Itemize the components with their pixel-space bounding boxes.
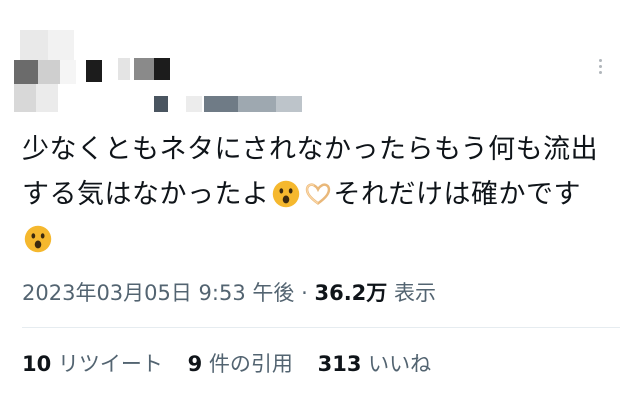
retweets-count: 10 (22, 352, 52, 376)
quotes-count: 9 (187, 352, 203, 376)
divider (22, 327, 620, 328)
avatar[interactable] (14, 30, 102, 112)
meta-separator: · (301, 281, 308, 305)
tweet-text: 少なくともネタにされなかったらもう何も流出する気はなかったよ それだけは確かです (22, 127, 612, 262)
likes-stat[interactable]: 313 いいね (318, 352, 432, 376)
likes-count: 313 (317, 352, 362, 376)
more-options-icon[interactable] (588, 54, 612, 78)
retweets-label: リツイート (57, 352, 163, 376)
heart-hands-icon (305, 183, 330, 205)
author-name-redacted[interactable] (118, 58, 318, 118)
retweets-stat[interactable]: 10 リツイート (22, 352, 163, 376)
tweet-meta: 2023年03月05日 9:53 午後 · 36.2万 表示 (22, 277, 436, 307)
views-label: 表示 (393, 281, 436, 305)
quotes-stat[interactable]: 9 件の引用 (188, 352, 293, 376)
tweet-text-part2: それだけは確かです (333, 179, 581, 210)
quotes-label: 件の引用 (208, 352, 293, 376)
engagement-stats: 10 リツイート 9 件の引用 313 いいね (22, 348, 449, 378)
hushed-face-icon (272, 180, 299, 208)
hushed-face-icon (24, 225, 52, 253)
views-count: 36.2万 (314, 281, 388, 305)
likes-label: いいね (368, 352, 432, 376)
timestamp[interactable]: 2023年03月05日 9:53 午後 (22, 281, 294, 305)
tweet: 少なくともネタにされなかったらもう何も流出する気はなかったよ それだけは確かです… (0, 0, 620, 413)
